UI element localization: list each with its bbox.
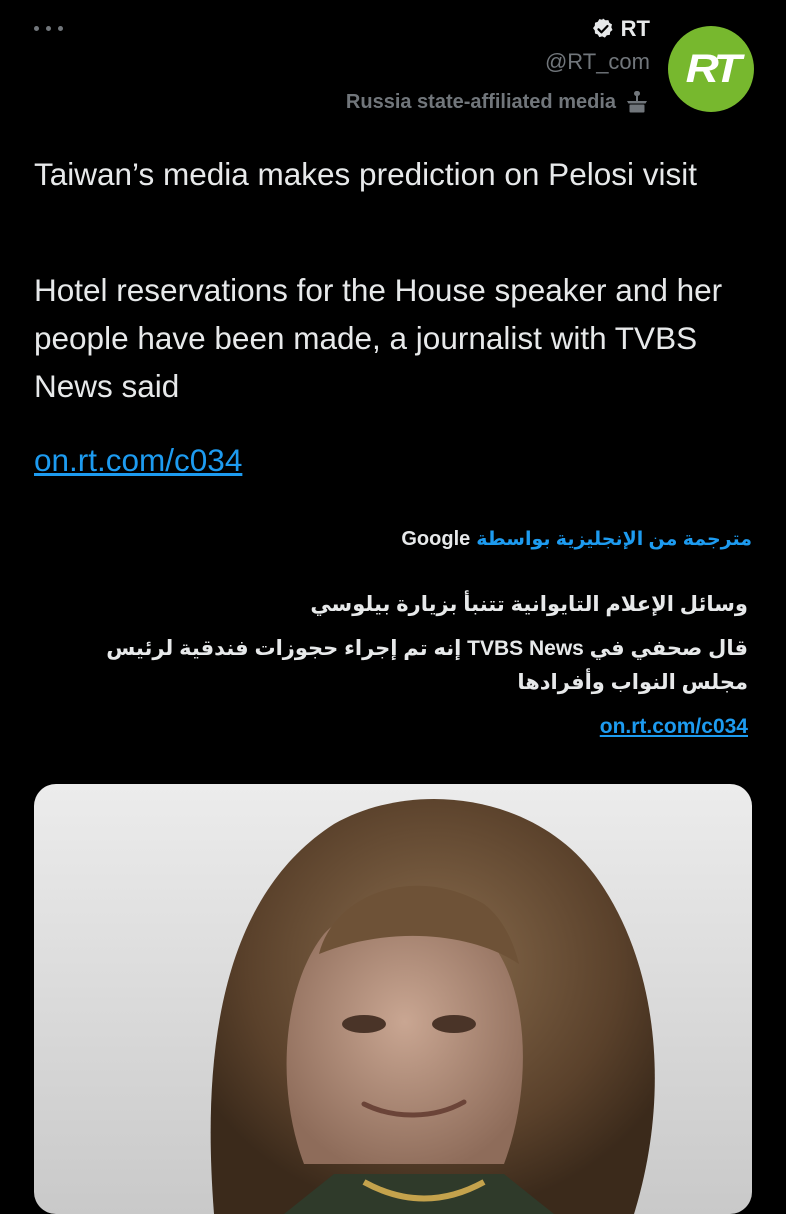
state-affiliated-text: Russia state-affiliated media <box>345 90 616 113</box>
translation-provider: Google <box>401 528 471 550</box>
tweet-summary: Hotel reservations for the House speaker… <box>34 272 723 404</box>
translated-summary: قال صحفي في TVBS News إنه تم إجراء حجوزا… <box>106 637 748 694</box>
verified-badge-icon <box>592 18 613 38</box>
author-display-name[interactable]: RT <box>621 16 650 42</box>
more-dot <box>34 26 39 31</box>
more-dot <box>58 26 63 31</box>
tweet-media-image[interactable] <box>34 784 752 1214</box>
avatar-logo-text: RT <box>685 46 741 91</box>
more-options-button[interactable] <box>34 18 64 38</box>
author-name-row[interactable]: RT <box>346 12 650 46</box>
translated-link[interactable]: on.rt.com/c034 <box>600 715 748 739</box>
state-affiliated-label[interactable]: Russia state-affiliated media <box>346 89 650 115</box>
translated-by-label[interactable]: مترجمة من الإنجليزية بواسطة <box>476 528 752 551</box>
tweet-title: Taiwan’s media makes prediction on Pelos… <box>34 156 697 192</box>
avatar[interactable]: RT <box>668 26 754 112</box>
podium-icon <box>627 91 647 113</box>
translation-header: مترجمة من الإنجليزية بواسطة Google <box>401 528 752 551</box>
more-dot <box>46 26 51 31</box>
author-info: RT @RT_com Russia state-affiliated media <box>346 12 650 115</box>
photo-illustration <box>34 784 752 1214</box>
author-handle[interactable]: @RT_com <box>346 49 650 75</box>
translated-title: وسائل الإعلام التايوانية تتنبأ بزيارة بي… <box>310 593 748 616</box>
tweet-link[interactable]: on.rt.com/c034 <box>34 436 242 484</box>
